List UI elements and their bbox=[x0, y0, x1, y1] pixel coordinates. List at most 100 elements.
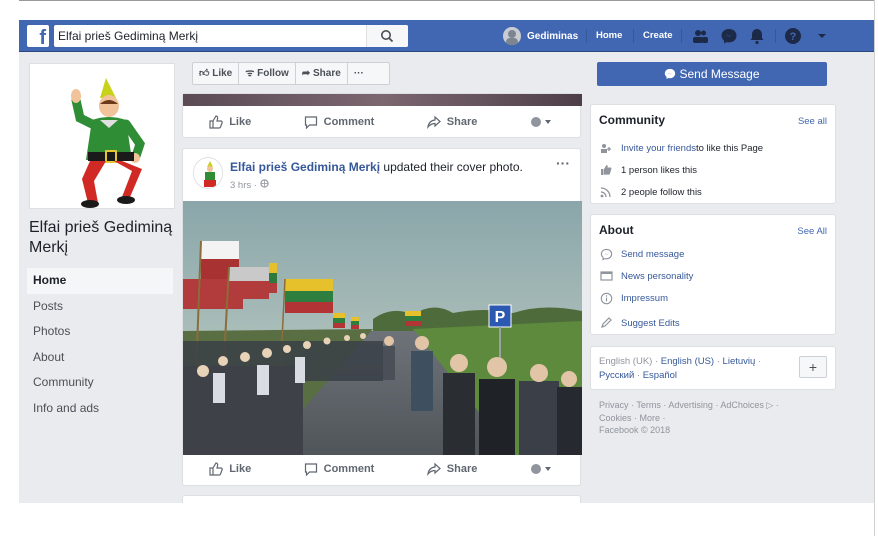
suggest-edits-row: Suggest Edits bbox=[599, 316, 680, 330]
page-more-button[interactable]: ··· bbox=[348, 63, 370, 84]
friend-requests-icon[interactable] bbox=[691, 27, 709, 45]
invite-friends-link[interactable]: Invite your friends bbox=[621, 143, 696, 154]
comment-icon bbox=[304, 463, 317, 476]
post-comment-label: Comment bbox=[323, 463, 375, 475]
invite-friends-rest: to like this Page bbox=[695, 142, 764, 154]
messenger-outline-icon bbox=[599, 247, 613, 261]
post-as-selector[interactable] bbox=[530, 115, 554, 129]
page-share-button[interactable]: ➦ Share bbox=[296, 63, 348, 84]
community-title: Community bbox=[599, 113, 665, 127]
about-send-message-link[interactable]: Send message bbox=[621, 249, 684, 260]
page-profile-picture[interactable] bbox=[29, 63, 175, 209]
nav-divider bbox=[633, 29, 634, 43]
post-share-button[interactable]: Share bbox=[426, 115, 478, 129]
nav-user-name: Gediminas bbox=[527, 30, 579, 42]
leftnav-item-info-and-ads[interactable]: Info and ads bbox=[27, 396, 173, 422]
post-author-link[interactable]: Elfai prieš Gediminą Merkį bbox=[230, 160, 380, 174]
nav-divider bbox=[775, 29, 776, 43]
leftnav-item-posts[interactable]: Posts bbox=[27, 294, 173, 320]
svg-text:P: P bbox=[495, 309, 506, 326]
post-like-button[interactable]: Like bbox=[209, 115, 251, 129]
leftnav-item-community[interactable]: Community bbox=[27, 370, 173, 396]
post-as-selector[interactable] bbox=[530, 462, 554, 476]
leftnav-item-home[interactable]: Home bbox=[27, 268, 173, 294]
language-link-ru[interactable]: Русский bbox=[599, 370, 634, 381]
about-impressum-link[interactable]: Impressum bbox=[621, 293, 668, 304]
footer-links-line-2[interactable]: Cookies · More · bbox=[599, 412, 829, 425]
comment-icon bbox=[304, 116, 317, 129]
leftnav-item-photos[interactable]: Photos bbox=[27, 319, 173, 345]
about-category-row: News personality bbox=[599, 269, 693, 283]
page-action-bar: 👍︎ Like ᯤ Follow ➦ Share ··· bbox=[192, 62, 390, 85]
post-share-button[interactable]: Share bbox=[426, 462, 477, 476]
about-title: About bbox=[599, 223, 634, 237]
post-options-button[interactable]: ··· bbox=[556, 155, 570, 171]
left-margin bbox=[0, 0, 19, 536]
about-send-message-row: Send message bbox=[599, 247, 684, 261]
account-menu-chevron-icon[interactable] bbox=[813, 27, 831, 45]
page-like-button[interactable]: 👍︎ Like bbox=[193, 63, 240, 84]
post-timestamp[interactable]: 3 hrs · bbox=[230, 179, 269, 191]
follows-count-row: 2 people follow this bbox=[599, 185, 702, 199]
post-time-text: 3 hrs · bbox=[230, 180, 260, 191]
post-header: Elfai prieš Gediminą Merkį updated their… bbox=[183, 149, 580, 201]
post-action-bar: Like Comment Share bbox=[183, 451, 580, 487]
avatar bbox=[503, 27, 521, 45]
cover-photo-image[interactable]: P bbox=[183, 201, 582, 455]
suggest-edits-link[interactable]: Suggest Edits bbox=[621, 318, 680, 329]
share-icon bbox=[426, 462, 441, 476]
previous-post-card: Like Comment Share bbox=[182, 93, 582, 140]
post-comment-button[interactable]: Comment bbox=[304, 115, 374, 129]
post-title: Elfai prieš Gediminą Merkį updated their… bbox=[230, 160, 523, 174]
about-category-link[interactable]: News personality bbox=[621, 271, 693, 282]
likes-count-text: 1 person likes this bbox=[621, 164, 698, 176]
cover-photo-post-card: Elfai prieš Gediminą Merkį updated their… bbox=[182, 148, 582, 487]
language-link-lt[interactable]: Lietuvių bbox=[723, 356, 756, 367]
page-viewport: f Gediminas Home Create bbox=[19, 20, 874, 503]
follows-count-text: 2 people follow this bbox=[621, 186, 702, 198]
add-language-button[interactable]: + bbox=[799, 356, 827, 378]
page-footer: Privacy · Terms · Advertising · AdChoice… bbox=[599, 399, 829, 437]
rss-follow-icon bbox=[599, 185, 613, 199]
scrollbar-track[interactable] bbox=[874, 0, 878, 536]
post-action-bar: Like Comment Share bbox=[183, 104, 580, 140]
nav-home-link[interactable]: Home bbox=[596, 30, 622, 41]
post-comment-button[interactable]: Comment bbox=[304, 462, 375, 476]
post-like-button[interactable]: Like bbox=[209, 462, 251, 476]
share-icon bbox=[426, 115, 441, 129]
pencil-icon bbox=[599, 316, 613, 330]
page-follow-button[interactable]: ᯤ Follow bbox=[239, 63, 296, 84]
thumbs-up-icon: 👍︎ bbox=[199, 68, 210, 79]
language-link-es[interactable]: Español bbox=[643, 370, 677, 381]
language-link-en-us[interactable]: English (US) bbox=[661, 356, 714, 367]
help-icon[interactable]: ? bbox=[784, 27, 802, 45]
thumbs-up-outline-icon bbox=[209, 115, 223, 129]
thumbs-up-outline-icon bbox=[209, 462, 223, 476]
post-share-label: Share bbox=[446, 116, 478, 128]
post-like-label: Like bbox=[229, 463, 252, 475]
send-message-button[interactable]: Send Message bbox=[597, 62, 827, 86]
search-icon bbox=[381, 30, 394, 43]
nav-create-link[interactable]: Create bbox=[643, 30, 673, 41]
messenger-icon[interactable] bbox=[720, 27, 738, 45]
next-post-card bbox=[182, 495, 581, 503]
search-input[interactable] bbox=[54, 25, 374, 47]
rss-follow-icon: ᯤ bbox=[245, 68, 255, 79]
facebook-logo-icon[interactable]: f bbox=[27, 25, 49, 47]
page-share-label: Share bbox=[313, 68, 341, 79]
post-author-avatar[interactable] bbox=[193, 157, 223, 189]
elf-figure-icon bbox=[30, 64, 174, 208]
info-icon bbox=[599, 291, 613, 305]
post-like-label: Like bbox=[229, 116, 252, 128]
about-see-all-link[interactable]: See All bbox=[797, 226, 827, 237]
nav-profile-link[interactable]: Gediminas bbox=[503, 27, 578, 45]
footer-links-line-1[interactable]: Privacy · Terms · Advertising · AdChoice… bbox=[599, 399, 829, 412]
page-title: Elfai prieš Gediminą Merkį bbox=[29, 219, 173, 256]
post-action-text: updated their cover photo. bbox=[380, 160, 523, 174]
search-button[interactable] bbox=[366, 25, 408, 47]
community-see-all-link[interactable]: See all bbox=[798, 116, 827, 127]
leftnav-item-about[interactable]: About bbox=[27, 345, 173, 371]
nav-divider bbox=[586, 29, 587, 43]
about-card: About See All Send message News personal… bbox=[590, 214, 836, 335]
notifications-bell-icon[interactable] bbox=[748, 27, 766, 45]
